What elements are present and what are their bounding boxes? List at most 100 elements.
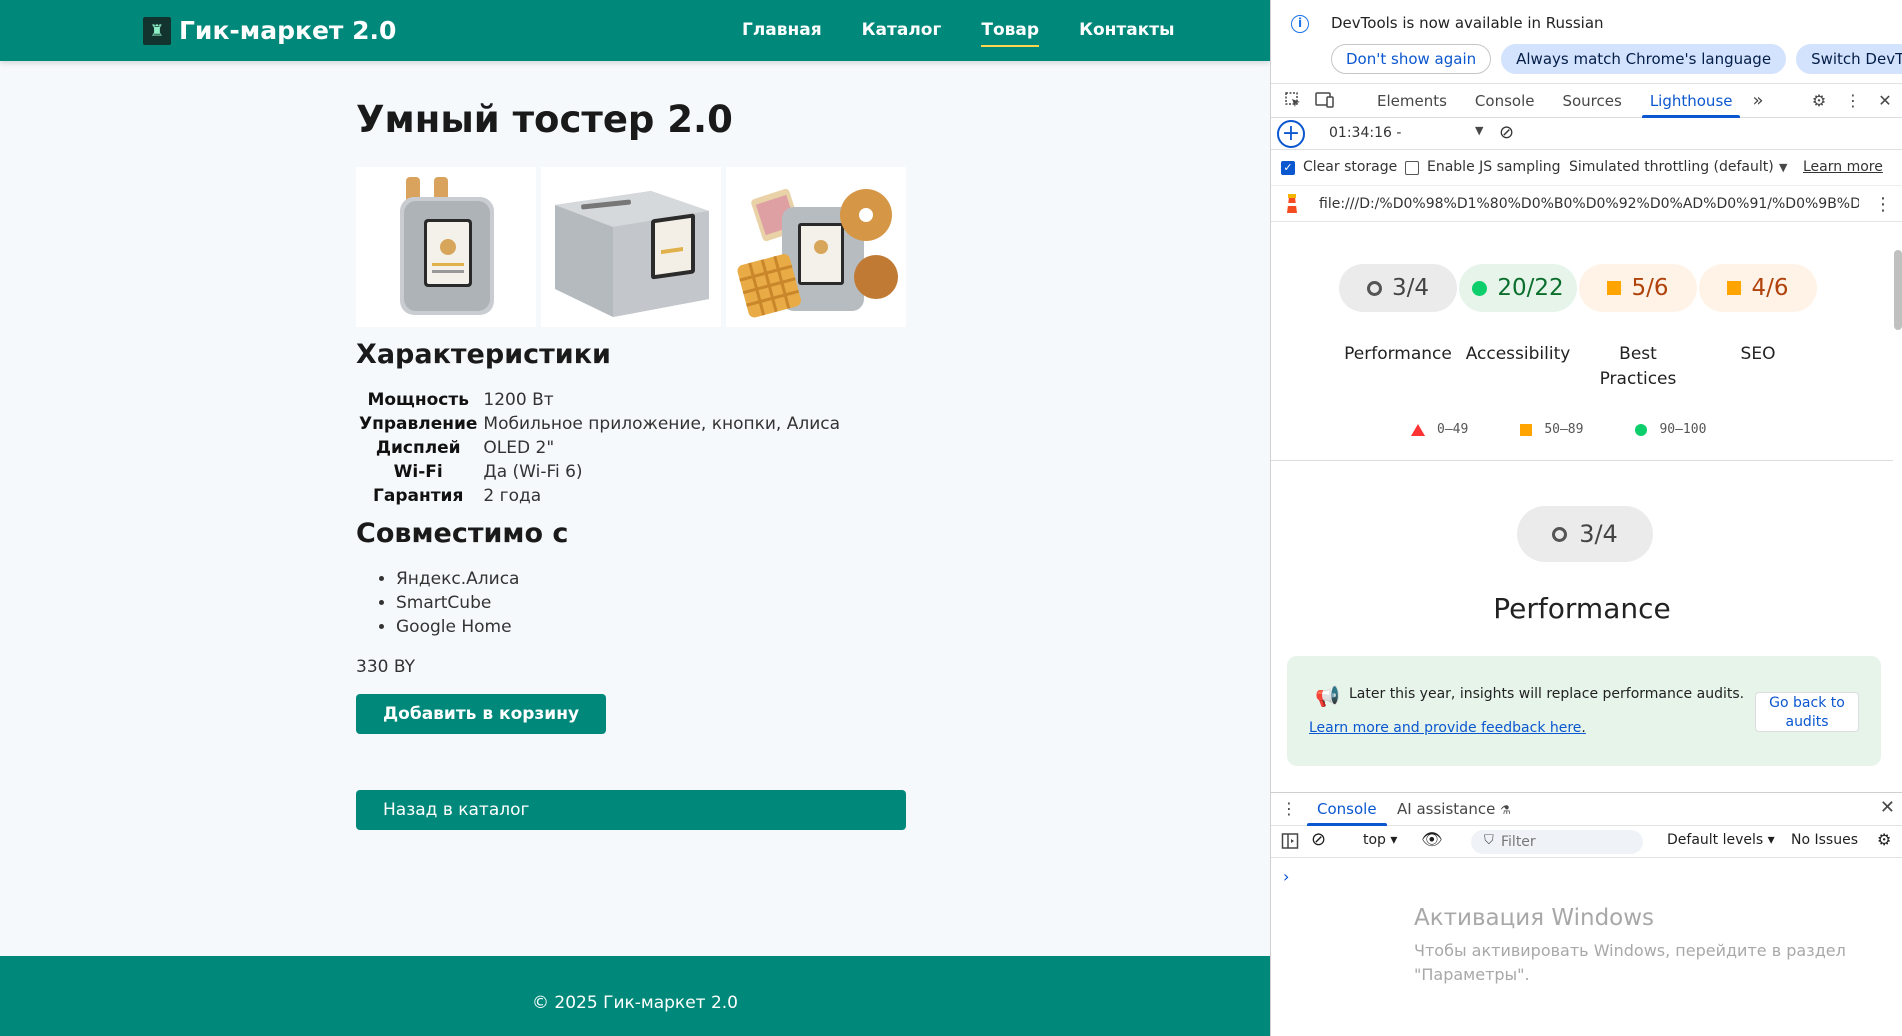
pass-dot-icon <box>1635 423 1648 436</box>
spec-row: Управление Мобильное приложение, кнопки, … <box>356 412 843 436</box>
performance-section-gauge: 3/4 <box>1517 506 1653 562</box>
infobar-text: DevTools is now available in Russian <box>1331 14 1604 32</box>
log-levels-select[interactable]: Default levels ▾ <box>1667 832 1775 848</box>
clear-console-icon[interactable]: ⊘ <box>1311 829 1326 850</box>
console-settings-gear-icon[interactable]: ⚙ <box>1877 830 1891 849</box>
throttling-caret-icon[interactable]: ▼ <box>1779 161 1787 174</box>
sidebar-toggle-icon[interactable] <box>1281 832 1299 854</box>
specs-heading: Характеристики <box>356 339 611 370</box>
report-menu-kebab-icon[interactable]: ⋮ <box>1874 194 1892 215</box>
console-filter-input[interactable]: Filter <box>1471 830 1643 854</box>
accessibility-gauge[interactable]: 20/22 <box>1459 264 1577 312</box>
back-to-catalog-button[interactable]: Назад в каталог <box>356 790 906 830</box>
inspect-element-icon[interactable] <box>1283 91 1303 111</box>
insights-notice-text: Later this year, insights will replace p… <box>1349 686 1745 702</box>
accessibility-label: Accessibility <box>1465 344 1571 364</box>
nav-product[interactable]: Товар <box>981 20 1040 47</box>
compat-item: Яндекс.Алиса <box>396 567 916 591</box>
product-price: 330 BY <box>356 657 415 677</box>
context-selector[interactable]: top ▾ <box>1363 832 1397 848</box>
drawer-menu-kebab-icon[interactable]: ⋮ <box>1281 799 1297 818</box>
legend-average-range: 50–89 <box>1544 422 1584 437</box>
feedback-link[interactable]: Learn more and provide feedback here <box>1309 720 1581 736</box>
compat-list: Яндекс.Алиса SmartCube Google Home <box>356 567 916 639</box>
seo-gauge[interactable]: 4/6 <box>1699 264 1817 312</box>
new-report-plus-icon[interactable]: + <box>1277 120 1305 148</box>
nav-home[interactable]: Главная <box>742 20 822 47</box>
site-header: ♜ Гик-маркет 2.0 Главная Каталог Товар К… <box>0 0 1270 61</box>
legend-pass-range: 90–100 <box>1659 422 1707 437</box>
compat-item: Google Home <box>396 615 916 639</box>
console-prompt[interactable]: › <box>1283 867 1289 886</box>
lighthouse-report: 3/4 20/22 5/6 4/6 Performance Accessibil… <box>1271 222 1893 788</box>
spec-value: OLED 2" <box>483 438 555 458</box>
link-suffix: . <box>1581 720 1586 736</box>
filter-funnel-icon: ⛉ <box>1484 833 1494 848</box>
dont-show-again-button[interactable]: Don't show again <box>1331 44 1492 74</box>
spec-value: 2 года <box>483 486 542 506</box>
settings-gear-icon[interactable]: ⚙ <box>1809 91 1829 111</box>
product-title: Умный тостер 2.0 <box>356 98 733 141</box>
nav-catalog[interactable]: Каталог <box>862 20 942 47</box>
compat-heading: Совместимо с <box>356 518 569 549</box>
legend-fail-range: 0–49 <box>1437 422 1469 437</box>
insights-notice: 📢 Later this year, insights will replace… <box>1287 656 1881 766</box>
main-nav: Главная Каталог Товар Контакты <box>742 20 1174 47</box>
nav-contacts[interactable]: Контакты <box>1079 20 1174 47</box>
neutral-ring-icon <box>1366 280 1382 296</box>
spec-value: Мобильное приложение, кнопки, Алиса <box>483 414 841 434</box>
specs-table: Мощность 1200 Вт Управление Мобильное прило… <box>356 388 843 508</box>
console-toolbar: ⊘ top ▾ 👁 Filter ⛉ Default levels ▾ No I… <box>1271 826 1902 858</box>
spec-row: Дисплей OLED 2" <box>356 436 843 460</box>
website-viewport: ♜ Гик-маркет 2.0 Главная Каталог Товар К… <box>0 0 1270 1036</box>
product-image-toaster-pastries[interactable] <box>726 167 906 327</box>
windows-activation-watermark: Активация Windows Чтобы активировать Win… <box>1414 905 1854 987</box>
close-devtools-icon[interactable]: ✕ <box>1875 91 1895 111</box>
report-selector[interactable]: 01:34:16 - <box>1329 125 1401 141</box>
tab-lighthouse[interactable]: Lighthouse <box>1636 84 1747 118</box>
product-image-toaster-front[interactable] <box>356 167 536 327</box>
megaphone-icon: 📢 <box>1315 684 1340 708</box>
throttling-select[interactable]: Simulated throttling (default) <box>1569 159 1774 175</box>
switch-devtools-language-button[interactable]: Switch DevTools to <box>1796 44 1902 74</box>
brand-logo-icon: ♜ <box>143 16 171 45</box>
clear-storage-checkbox[interactable]: ✓ <box>1281 161 1295 175</box>
devtools-tabbar: Elements Console Sources Lighthouse » ⚙ … <box>1271 84 1902 118</box>
report-divider <box>1271 460 1893 461</box>
spec-key: Управление <box>359 414 478 434</box>
device-toolbar-icon[interactable] <box>1315 91 1335 111</box>
drawer-tab-console[interactable]: Console <box>1307 793 1387 826</box>
customize-kebab-icon[interactable]: ⋮ <box>1843 91 1863 111</box>
clear-reports-icon[interactable]: ⊘ <box>1499 123 1514 143</box>
report-dropdown-caret-icon[interactable]: ▼ <box>1475 124 1483 137</box>
product-page: Умный тостер 2.0 Характеристики Мощность… <box>356 98 916 830</box>
performance-gauge[interactable]: 3/4 <box>1339 264 1457 312</box>
issues-counter[interactable]: No Issues <box>1791 832 1858 848</box>
close-drawer-icon[interactable]: ✕ <box>1880 797 1895 818</box>
best-practices-gauge[interactable]: 5/6 <box>1579 264 1697 312</box>
go-back-to-audits-button[interactable]: Go back to audits <box>1755 692 1859 732</box>
language-infobar: i DevTools is now available in Russian D… <box>1271 0 1902 84</box>
live-expression-eye-icon[interactable]: 👁 <box>1421 830 1443 850</box>
learn-more-link[interactable]: Learn more <box>1803 159 1883 175</box>
tab-console[interactable]: Console <box>1461 84 1549 118</box>
always-match-language-button[interactable]: Always match Chrome's language <box>1501 44 1787 74</box>
spec-value: Да (Wi-Fi 6) <box>483 462 583 482</box>
report-scrollbar[interactable] <box>1894 250 1902 330</box>
tab-sources[interactable]: Sources <box>1548 84 1635 118</box>
pass-dot-icon <box>1472 280 1488 296</box>
add-to-cart-button[interactable]: Добавить в корзину <box>356 694 607 734</box>
more-tabs-icon[interactable]: » <box>1746 84 1769 118</box>
average-square-icon <box>1607 281 1622 295</box>
score-labels: Performance Accessibility Best Practices… <box>1339 342 1817 392</box>
drawer-tab-ai-assistance[interactable]: AI assistance ⚗ <box>1397 793 1511 827</box>
product-image-toaster-angle[interactable] <box>541 167 721 327</box>
site-logo[interactable]: ♜ Гик-маркет 2.0 <box>143 16 396 45</box>
seo-label: SEO <box>1740 344 1776 364</box>
tab-elements[interactable]: Elements <box>1363 84 1461 118</box>
js-sampling-checkbox[interactable] <box>1405 161 1419 175</box>
spec-row: Мощность 1200 Вт <box>356 388 843 412</box>
spec-key: Дисплей <box>375 438 461 458</box>
console-drawer: ⋮ Console AI assistance ⚗ ✕ ⊘ top ▾ 👁 Fi… <box>1271 792 1902 1036</box>
info-icon: i <box>1291 15 1309 33</box>
